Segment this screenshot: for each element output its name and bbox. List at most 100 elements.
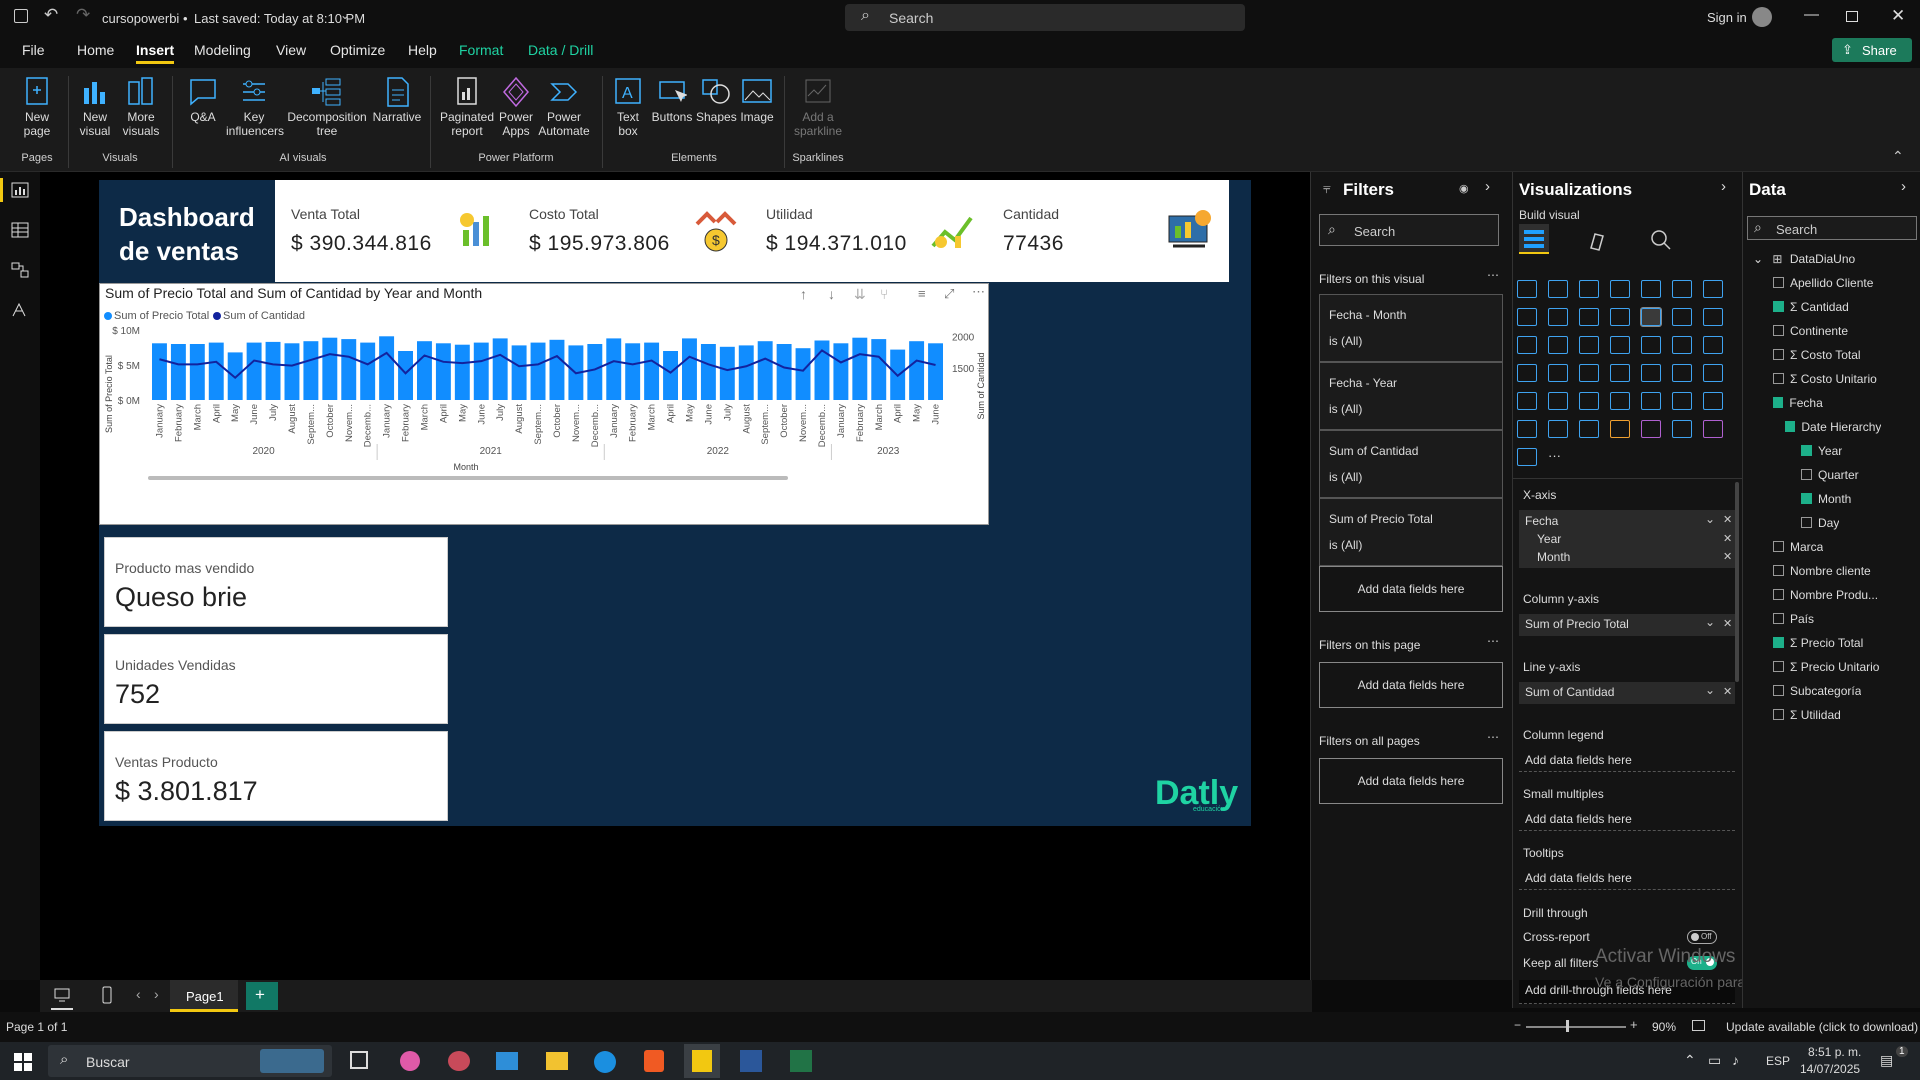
python-visual-visual-icon[interactable] bbox=[1610, 392, 1630, 410]
field-checkbox[interactable] bbox=[1773, 565, 1784, 576]
100-bar-visual-icon[interactable] bbox=[1641, 280, 1661, 298]
menu-home[interactable]: Home bbox=[77, 42, 114, 58]
share-button[interactable]: ⇪ Share bbox=[1832, 38, 1912, 62]
field-checkbox[interactable] bbox=[1773, 685, 1784, 696]
chevron-up-icon[interactable]: ⌃ bbox=[1684, 1052, 1696, 1069]
fit-to-page-icon[interactable] bbox=[1692, 1020, 1705, 1031]
eye-icon[interactable]: ◉ bbox=[1459, 182, 1469, 195]
restore-icon[interactable] bbox=[1846, 11, 1858, 22]
page-filter-drop-zone[interactable]: Add data fields here bbox=[1319, 662, 1503, 708]
field-checkbox[interactable] bbox=[1773, 589, 1784, 600]
table-view-icon[interactable] bbox=[11, 222, 29, 238]
text-box-button[interactable]: A Text box bbox=[608, 76, 648, 138]
expand-next-level-icon[interactable]: ⇊ bbox=[854, 286, 866, 303]
qa-button[interactable]: Q&A bbox=[180, 76, 226, 124]
filter-card-month[interactable]: Fecha - Month is (All) bbox=[1319, 294, 1503, 362]
save-icon[interactable] bbox=[14, 9, 28, 23]
field-checkbox[interactable] bbox=[1785, 421, 1796, 432]
gauge-visual-icon[interactable] bbox=[1579, 364, 1599, 382]
volume-icon[interactable]: ♪ bbox=[1732, 1052, 1739, 1068]
build-visual-tab[interactable] bbox=[1519, 224, 1549, 254]
clustered-bar-visual-icon[interactable] bbox=[1579, 280, 1599, 298]
field-checkbox[interactable] bbox=[1773, 541, 1784, 552]
field-checkbox[interactable] bbox=[1773, 397, 1784, 408]
waterfall-visual-icon[interactable] bbox=[1703, 308, 1723, 326]
close-icon[interactable]: ✕ bbox=[1891, 6, 1905, 26]
field-precio-unitario[interactable]: Σ Precio Unitario bbox=[1773, 660, 1879, 680]
column-legend-drop-zone[interactable]: Add data fields here bbox=[1519, 750, 1735, 772]
power-apps-button[interactable]: Power Apps bbox=[496, 76, 536, 138]
field-date-hierarchy[interactable]: ⌄ Date Hierarchy bbox=[1785, 420, 1881, 440]
units-sold-card[interactable]: Unidades Vendidas 752 bbox=[104, 634, 448, 724]
field-checkbox[interactable] bbox=[1773, 661, 1784, 672]
update-available-link[interactable]: Update available (click to download) bbox=[1726, 1020, 1918, 1034]
add-page-button[interactable]: + bbox=[246, 982, 278, 1010]
notification-icon[interactable]: ▤ bbox=[1880, 1052, 1893, 1069]
menu-view[interactable]: View bbox=[276, 42, 306, 58]
remove-field-icon[interactable]: ✕ bbox=[1723, 550, 1732, 563]
scatter-visual-icon[interactable] bbox=[1548, 336, 1568, 354]
redo-icon[interactable]: ↷ bbox=[76, 5, 90, 25]
more-options-icon[interactable]: ⋯ bbox=[972, 284, 985, 300]
field-year[interactable]: Year bbox=[1801, 444, 1842, 464]
filter-card-year[interactable]: Fecha - Year is (All) bbox=[1319, 362, 1503, 430]
power-automate-button[interactable]: Power Automate bbox=[536, 76, 592, 138]
shapes-button[interactable]: Shapes bbox=[696, 76, 737, 124]
chevron-down-icon[interactable]: ⌄ bbox=[1705, 683, 1715, 697]
zoom-slider[interactable] bbox=[1526, 1026, 1626, 1028]
collapse-data-icon[interactable]: › bbox=[1901, 178, 1906, 195]
chevron-down-icon[interactable]: ⌄ bbox=[1705, 512, 1715, 526]
slicer-visual-icon[interactable] bbox=[1703, 364, 1723, 382]
multi-row-card-visual-icon[interactable] bbox=[1641, 364, 1661, 382]
field-subcategor-a[interactable]: Subcategoría bbox=[1773, 684, 1861, 704]
avatar[interactable] bbox=[1752, 7, 1772, 27]
paginated-visual-icon[interactable] bbox=[1579, 420, 1599, 438]
excel-icon[interactable] bbox=[790, 1050, 812, 1072]
task-view-icon[interactable] bbox=[350, 1051, 368, 1069]
chevron-down-icon[interactable]: ⌄ bbox=[1705, 615, 1715, 629]
field-cantidad[interactable]: Σ Cantidad bbox=[1773, 300, 1849, 320]
file-explorer-icon[interactable] bbox=[546, 1052, 568, 1070]
collapse-visualizations-icon[interactable]: › bbox=[1721, 178, 1726, 195]
100-area-visual-icon[interactable] bbox=[1579, 308, 1599, 326]
data-search-input[interactable]: ⌕ Search bbox=[1747, 216, 1917, 240]
remove-field-icon[interactable]: ✕ bbox=[1723, 513, 1732, 526]
image-button[interactable]: Image bbox=[736, 76, 778, 124]
more-options-icon[interactable]: ⋯ bbox=[1487, 634, 1499, 648]
field-checkbox[interactable] bbox=[1773, 277, 1784, 288]
tooltips-drop-zone[interactable]: Add data fields here bbox=[1519, 868, 1735, 890]
line-stacked-column-visual-icon[interactable] bbox=[1610, 308, 1630, 326]
buttons-button[interactable]: Buttons bbox=[648, 76, 696, 124]
table-datadiauno[interactable]: ⌄ ⊞ DataDiaUno bbox=[1753, 252, 1855, 272]
field-nombre-cliente[interactable]: Nombre cliente bbox=[1773, 564, 1871, 584]
more-options-icon[interactable]: ⋯ bbox=[1487, 268, 1499, 282]
word-icon[interactable] bbox=[740, 1050, 762, 1072]
chevron-down-icon[interactable]: ⌄ bbox=[1753, 252, 1763, 266]
menu-help[interactable]: Help bbox=[408, 42, 437, 58]
azure-map-visual-icon[interactable] bbox=[1548, 364, 1568, 382]
drill-down-icon[interactable]: ↓ bbox=[828, 286, 835, 302]
qa-visual-icon[interactable] bbox=[1703, 392, 1723, 410]
language-indicator[interactable]: ESP bbox=[1766, 1054, 1790, 1068]
paginated-report-button[interactable]: Paginated report bbox=[436, 76, 498, 138]
menu-modeling[interactable]: Modeling bbox=[194, 42, 251, 58]
filter-card-precio[interactable]: Sum of Precio Total is (All) bbox=[1319, 498, 1503, 566]
copilot-icon[interactable] bbox=[400, 1051, 420, 1071]
decomposition-tree-button[interactable]: Decomposition tree bbox=[282, 76, 372, 138]
new-page-button[interactable]: New page bbox=[14, 76, 60, 138]
sign-in-link[interactable]: Sign in bbox=[1707, 10, 1747, 25]
new-visual-button[interactable]: New visual bbox=[72, 76, 118, 138]
more-visual-icon[interactable]: ··· bbox=[1548, 448, 1568, 466]
x-axis-well[interactable]: Fecha ⌄ ✕ Year ✕ Month ✕ bbox=[1519, 510, 1735, 568]
field-quarter[interactable]: Quarter bbox=[1801, 468, 1859, 488]
analytics-icon[interactable] bbox=[1649, 228, 1673, 252]
scroll-left-icon[interactable]: ‹ bbox=[136, 986, 141, 1002]
decomposition-visual-icon[interactable] bbox=[1672, 392, 1692, 410]
powerbi-icon[interactable] bbox=[692, 1050, 712, 1072]
field-fecha[interactable]: ⌄ Fecha bbox=[1773, 396, 1823, 416]
drill-up-icon[interactable]: ↑ bbox=[800, 286, 807, 302]
treemap-visual-icon[interactable] bbox=[1641, 336, 1661, 354]
small-multiples-drop-zone[interactable]: Add data fields here bbox=[1519, 809, 1735, 831]
card-visual-icon[interactable] bbox=[1610, 364, 1630, 382]
zoom-out-icon[interactable]: − bbox=[1514, 1018, 1521, 1032]
